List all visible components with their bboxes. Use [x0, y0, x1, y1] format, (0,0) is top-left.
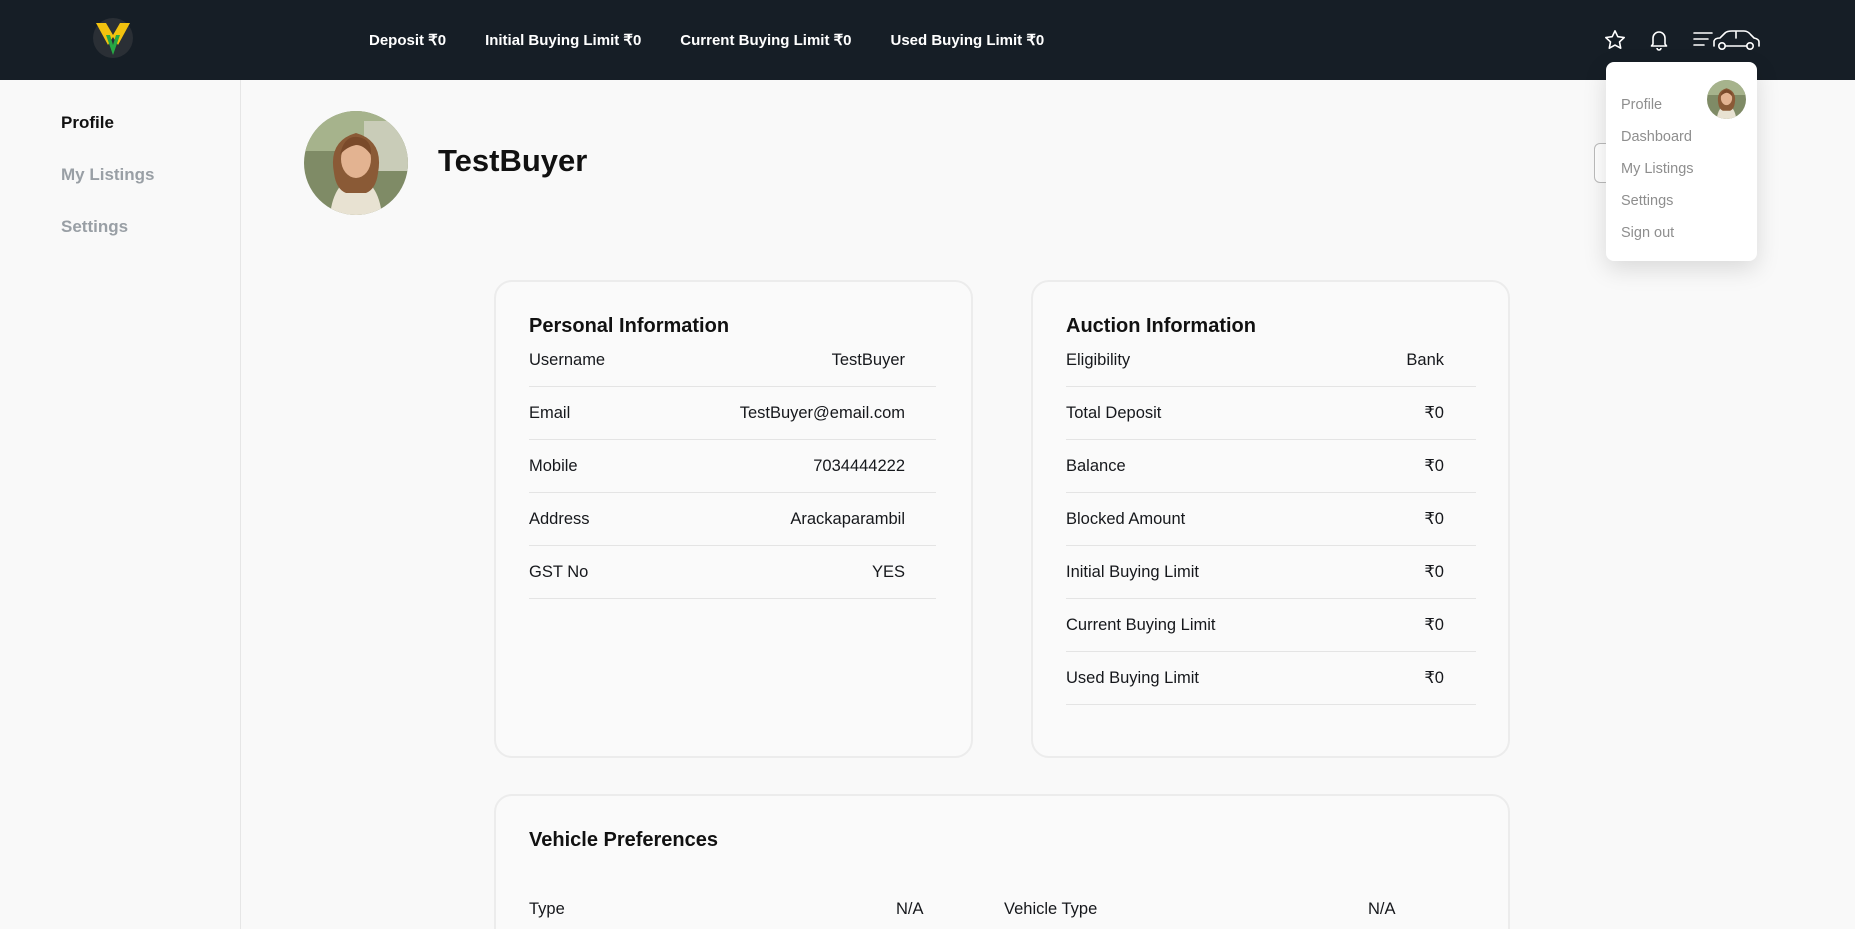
row-label: GST No [529, 563, 589, 581]
row-label: Eligibility [1066, 351, 1131, 369]
user-dropdown-menu: Profile Dashboard My Listings Settings S… [1606, 62, 1757, 261]
info-row-email: Email TestBuyer@email.com [529, 387, 936, 440]
sidebar: Profile My Listings Settings [0, 80, 241, 929]
top-navbar: Deposit ₹0 Initial Buying Limit ₹0 Curre… [0, 0, 1855, 80]
info-row-eligibility: Eligibility Bank [1066, 334, 1476, 387]
row-label: Used Buying Limit [1066, 669, 1199, 687]
page-title: TestBuyer [438, 143, 588, 178]
initial-buying-limit-stat: Initial Buying Limit ₹0 [485, 32, 642, 49]
info-row-initial-buying-limit: Initial Buying Limit ₹0 [1066, 546, 1476, 599]
vehicle-type-label: Vehicle Type [1004, 900, 1098, 918]
row-value: Bank [1406, 351, 1444, 369]
row-value: ₹0 [1424, 616, 1444, 634]
row-value: TestBuyer@email.com [739, 404, 905, 422]
menu-item-dashboard[interactable]: Dashboard [1621, 129, 1692, 145]
auction-information-card: Auction Information Eligibility Bank Tot… [1031, 280, 1510, 758]
sidebar-item-my-listings[interactable]: My Listings [61, 165, 155, 185]
row-label: Current Buying Limit [1066, 616, 1216, 634]
avatar-small[interactable] [1707, 80, 1746, 119]
current-buying-limit-stat: Current Buying Limit ₹0 [680, 32, 852, 49]
menu-item-profile[interactable]: Profile [1621, 97, 1662, 113]
row-label: Username [529, 351, 606, 369]
row-label: Balance [1066, 457, 1126, 475]
info-row-gst: GST No YES [529, 546, 936, 599]
info-row-current-buying-limit: Current Buying Limit ₹0 [1066, 599, 1476, 652]
info-row-used-buying-limit: Used Buying Limit ₹0 [1066, 652, 1476, 705]
menu-item-settings[interactable]: Settings [1621, 193, 1673, 209]
row-value: ₹0 [1424, 510, 1444, 528]
info-row-blocked-amount: Blocked Amount ₹0 [1066, 493, 1476, 546]
menu-car-icon[interactable] [1692, 28, 1762, 52]
row-label: Blocked Amount [1066, 510, 1186, 528]
row-value: YES [871, 563, 905, 581]
vehicle-type-value: N/A [1368, 900, 1396, 918]
row-value: 7034444222 [813, 457, 905, 475]
row-label: Mobile [529, 457, 578, 475]
row-value: Arackaparambil [790, 510, 905, 528]
row-label: Total Deposit [1066, 404, 1162, 422]
star-icon[interactable] [1603, 28, 1627, 52]
personal-information-card: Personal Information Username TestBuyer … [494, 280, 973, 758]
row-value: ₹0 [1424, 457, 1444, 475]
menu-item-sign-out[interactable]: Sign out [1621, 225, 1674, 241]
deposit-stat: Deposit ₹0 [369, 32, 447, 49]
info-row-address: Address Arackaparambil [529, 493, 936, 546]
info-row-username: Username TestBuyer [529, 334, 936, 387]
vehicle-preferences-card: Vehicle Preferences Type N/A Vehicle Typ… [494, 794, 1510, 929]
vehicle-preferences-title: Vehicle Preferences [529, 829, 719, 851]
row-value: ₹0 [1424, 669, 1444, 687]
buying-stats: Deposit ₹0 Initial Buying Limit ₹0 Curre… [369, 0, 1044, 80]
sidebar-item-settings[interactable]: Settings [61, 217, 128, 237]
info-row-total-deposit: Total Deposit ₹0 [1066, 387, 1476, 440]
type-label: Type [529, 900, 565, 918]
avatar [304, 111, 408, 215]
row-value: ₹0 [1424, 563, 1444, 581]
type-value: N/A [896, 900, 924, 918]
bell-icon[interactable] [1647, 28, 1671, 52]
info-row-balance: Balance ₹0 [1066, 440, 1476, 493]
sidebar-item-profile[interactable]: Profile [61, 113, 114, 133]
menu-item-my-listings[interactable]: My Listings [1621, 161, 1694, 177]
used-buying-limit-stat: Used Buying Limit ₹0 [890, 32, 1045, 49]
row-label: Address [529, 510, 590, 528]
row-value: ₹0 [1424, 404, 1444, 422]
row-value: TestBuyer [831, 351, 905, 369]
row-label: Initial Buying Limit [1066, 563, 1199, 581]
brand-logo[interactable] [92, 17, 134, 59]
row-label: Email [529, 404, 571, 422]
info-row-mobile: Mobile 7034444222 [529, 440, 936, 493]
